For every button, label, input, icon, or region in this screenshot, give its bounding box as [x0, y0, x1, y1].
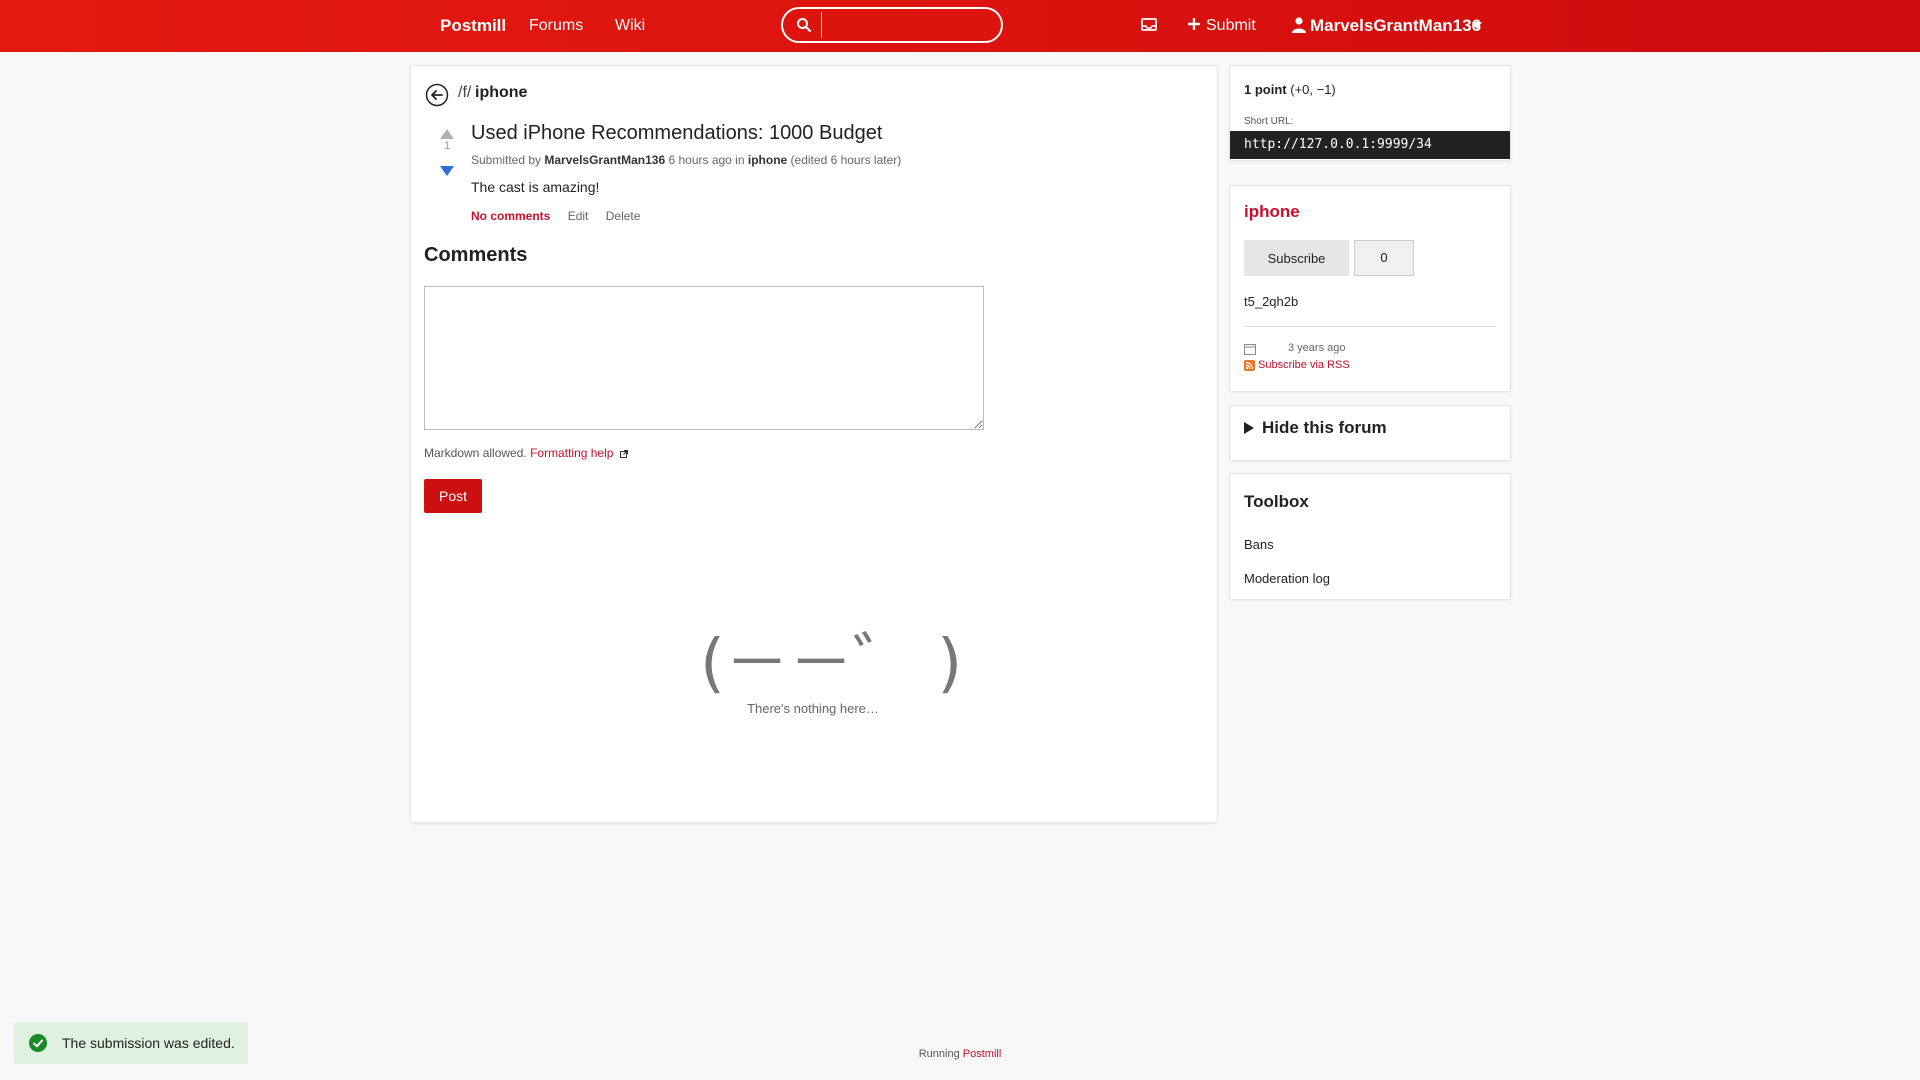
short-url-field[interactable]: http://127.0.0.1:9999/34 — [1230, 131, 1510, 159]
site-logo-link[interactable]: Postmill — [440, 0, 506, 52]
footer-running-text: Running — [918, 1048, 960, 1060]
toolbox-card: Toolbox Bans Moderation log — [1230, 474, 1510, 599]
post-info-card: 1 point (+0, −1) Short URL: http://127.0… — [1230, 66, 1510, 160]
subscribe-button[interactable]: Subscribe — [1244, 240, 1349, 276]
post-body: The cast is amazing! — [471, 179, 600, 195]
markdown-note: Markdown allowed. Formatting help — [424, 446, 628, 460]
forum-prefix: /f/ — [458, 84, 472, 101]
chevron-down-icon[interactable] — [1472, 22, 1482, 30]
submitted-by-label: Submitted by — [471, 153, 542, 167]
points-count: 1 point — [1244, 82, 1287, 97]
toolbox-title: Toolbox — [1244, 492, 1309, 511]
hide-forum-card: Hide this forum — [1230, 406, 1510, 460]
edit-link[interactable]: Edit — [568, 209, 589, 223]
user-icon[interactable] — [1291, 16, 1307, 34]
post-comment-button[interactable]: Post — [424, 479, 482, 513]
flash-message: The submission was edited. — [62, 1035, 235, 1051]
downvote-arrow-icon[interactable] — [440, 166, 454, 176]
forum-name-link[interactable]: iphone — [475, 84, 527, 102]
sidebar-forum-link[interactable]: iphone — [1244, 202, 1300, 222]
formatting-help-link[interactable]: Formatting help — [530, 446, 613, 460]
search-divider — [821, 12, 822, 38]
caret-right-icon — [1244, 422, 1254, 434]
hide-forum-label: Hide this forum — [1262, 418, 1387, 437]
back-arrow-icon[interactable] — [425, 83, 451, 107]
short-url-label: Short URL: — [1244, 116, 1294, 127]
comment-textarea[interactable] — [424, 286, 984, 430]
check-circle-icon — [29, 1034, 47, 1052]
post-meta: Submitted by MarvelsGrantMan136 6 hours … — [471, 153, 901, 167]
notifications-icon[interactable] — [1140, 16, 1158, 34]
footer: Running Postmill — [0, 1048, 1920, 1060]
points-breakdown: (+0, −1) — [1290, 82, 1336, 97]
footer-postmill-link[interactable]: Postmill — [963, 1048, 1002, 1060]
forum-created-age: 3 years ago — [1288, 342, 1346, 354]
plus-icon[interactable] — [1187, 17, 1201, 31]
empty-state-kaomoji: (－－゛ ) — [700, 627, 963, 701]
forum-id: t5_2qh2b — [1244, 294, 1299, 309]
forum-info-card: iphone Subscribe 0 t5_2qh2b 3 years ago … — [1230, 186, 1510, 391]
author-link[interactable]: MarvelsGrantMan136 — [544, 153, 665, 167]
nav-wiki-link[interactable]: Wiki — [615, 0, 645, 52]
submit-link[interactable]: Submit — [1206, 0, 1256, 52]
search-form — [781, 7, 1003, 43]
delete-link[interactable]: Delete — [606, 209, 641, 223]
subscriber-count: 0 — [1354, 240, 1414, 276]
hide-forum-toggle[interactable]: Hide this forum — [1244, 418, 1387, 438]
empty-state-text: There's nothing here… — [747, 701, 879, 716]
points-summary: 1 point (+0, −1) — [1244, 82, 1336, 97]
vote-score: 1 — [443, 140, 451, 152]
markdown-allowed-text: Markdown allowed. — [424, 446, 527, 460]
post-actions: No comments Edit Delete — [471, 209, 640, 223]
flash-notification[interactable]: The submission was edited. — [14, 1022, 248, 1064]
calendar-icon — [1244, 344, 1256, 355]
post-age: 6 hours ago in — [668, 153, 745, 167]
post-title-link[interactable]: Used iPhone Recommendations: 1000 Budget — [471, 122, 882, 145]
edited-note: (edited 6 hours later) — [790, 153, 902, 167]
bans-link[interactable]: Bans — [1230, 528, 1510, 562]
moderation-log-link[interactable]: Moderation log — [1230, 562, 1510, 596]
external-link-icon[interactable] — [619, 449, 628, 458]
search-input[interactable] — [829, 11, 993, 41]
user-menu-link[interactable]: MarvelsGrantMan136 — [1310, 0, 1481, 52]
nav-forums-link[interactable]: Forums — [529, 0, 583, 52]
search-icon[interactable] — [796, 17, 812, 33]
upvote-arrow-icon[interactable] — [440, 129, 454, 139]
comments-heading: Comments — [424, 244, 528, 266]
comments-link[interactable]: No comments — [471, 209, 550, 223]
post-forum-link[interactable]: iphone — [748, 153, 787, 167]
top-navigation-bar: Postmill Forums Wiki Submit MarvelsGrant… — [0, 0, 1920, 52]
divider — [1244, 326, 1496, 327]
subscribe-rss-link[interactable]: Subscribe via RSS — [1258, 359, 1350, 371]
rss-icon[interactable] — [1244, 360, 1255, 371]
